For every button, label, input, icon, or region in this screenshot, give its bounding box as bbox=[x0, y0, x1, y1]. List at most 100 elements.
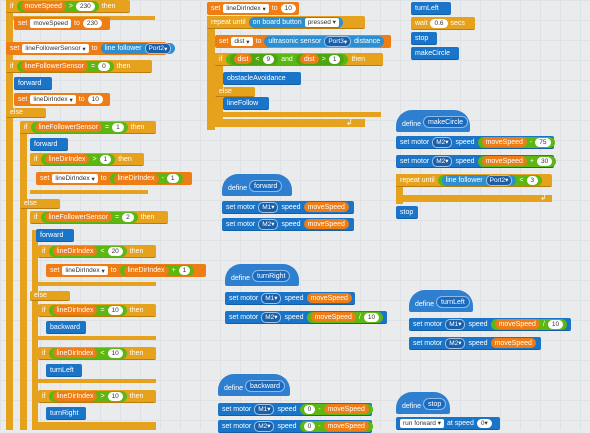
call-block-stop[interactable]: stop bbox=[411, 32, 437, 45]
port-dropdown[interactable]: Port3 ▾ bbox=[324, 36, 352, 47]
set-variable-block[interactable]: set lineDirIndex ▾ to lineDirIndex -1 bbox=[36, 172, 192, 185]
set-variable-block[interactable]: set moveSpeed to 230 bbox=[14, 17, 110, 30]
set-motor-block[interactable]: set motor M2 ▾ speed moveSpeed/10 bbox=[225, 311, 387, 324]
number-input[interactable]: 1 bbox=[166, 174, 179, 183]
number-input[interactable]: 10 bbox=[363, 312, 380, 322]
variable-reporter[interactable]: lineFollowerSensor bbox=[44, 212, 113, 222]
port-dropdown[interactable]: Port2 ▾ bbox=[485, 174, 513, 186]
divide-operator[interactable]: moveSpeed/10 bbox=[490, 318, 568, 330]
number-input[interactable]: 10 bbox=[107, 391, 123, 401]
variable-dropdown[interactable]: lineDirIndex ▾ bbox=[30, 95, 76, 104]
compare-operator[interactable]: lineDirIndex <20 bbox=[48, 245, 127, 257]
call-block-forward[interactable]: forward bbox=[36, 229, 74, 242]
define-hat-block[interactable]: define turnLeft bbox=[409, 290, 473, 312]
number-input[interactable]: 0 bbox=[98, 61, 110, 71]
set-motor-block[interactable]: set motor M2 ▾ speed moveSpeed bbox=[409, 337, 541, 350]
ultrasonic-reporter[interactable]: ultrasonic sensor Port3 ▾ distance bbox=[264, 36, 385, 47]
direction-dropdown[interactable]: run forward ▾ bbox=[400, 418, 444, 428]
compare-operator[interactable]: lineDirIndex <10 bbox=[48, 347, 127, 359]
repeat-until-block[interactable]: repeat until line follower Port2 ▾ <3 bbox=[396, 174, 552, 187]
set-variable-block[interactable]: set lineDirIndex ▾ to 10 bbox=[207, 2, 299, 15]
if-block[interactable]: if lineDirIndex >1 then bbox=[30, 153, 144, 166]
compare-operator[interactable]: lineDirIndex >10 bbox=[48, 390, 127, 402]
set-motor-block[interactable]: set motor M1 ▾ speed 0- moveSpeed bbox=[218, 403, 373, 416]
motor-dropdown[interactable]: M1 ▾ bbox=[254, 403, 275, 415]
variable-reporter[interactable]: lineDirIndex bbox=[123, 265, 169, 276]
set-motor-block[interactable]: set motor M1 ▾ speed moveSpeed bbox=[222, 201, 354, 214]
set-motor-block[interactable]: set motor M2 ▾ speed moveSpeed bbox=[222, 218, 354, 231]
call-block-stop[interactable]: stop bbox=[396, 206, 418, 219]
if-block[interactable]: if lineFollowerSensor = 2 then bbox=[30, 211, 168, 224]
motor-dropdown[interactable]: M2 ▾ bbox=[432, 136, 453, 148]
number-input[interactable]: 0.6 bbox=[430, 18, 448, 28]
compare-operator[interactable]: lineFollowerSensor = 2 bbox=[40, 211, 138, 223]
line-follower-reporter[interactable]: line follower Port2 ▾ bbox=[441, 174, 517, 186]
motor-dropdown[interactable]: M2 ▾ bbox=[261, 311, 282, 323]
call-block-turnleft[interactable]: turnLeft bbox=[46, 364, 82, 377]
line-follower-reporter[interactable]: line follower Port2 ▾ bbox=[100, 43, 176, 54]
variable-reporter[interactable]: dist bbox=[299, 54, 319, 64]
motor-dropdown[interactable]: M1 ▾ bbox=[258, 201, 279, 213]
number-input[interactable]: 3 bbox=[526, 175, 539, 185]
number-input[interactable]: 30 bbox=[537, 156, 553, 166]
if-block[interactable]: if lineDirIndex = 10 then bbox=[38, 304, 156, 317]
set-motor-block[interactable]: set motor M1 ▾ speed moveSpeed bbox=[225, 292, 355, 305]
call-block-obstacleavoidance[interactable]: obstacleAvoidance bbox=[223, 72, 301, 85]
variable-dropdown[interactable]: lineDirIndex ▾ bbox=[223, 4, 269, 13]
variable-reporter[interactable]: lineDirIndex bbox=[52, 348, 98, 358]
compare-operator[interactable]: lineFollowerSensor = 0 bbox=[16, 60, 114, 72]
compare-operator[interactable]: moveSpeed >230 bbox=[16, 0, 99, 12]
if-block[interactable]: if lineFollowerSensor = 0 then bbox=[6, 60, 152, 73]
motor-dropdown[interactable]: M1 ▾ bbox=[261, 292, 282, 304]
variable-reporter[interactable]: lineDirIndex bbox=[113, 173, 159, 184]
set-motor-block[interactable]: set motor M1 ▾ speed moveSpeed/10 bbox=[409, 318, 571, 331]
subtract-operator[interactable]: 0- moveSpeed bbox=[299, 403, 373, 415]
if-block[interactable]: if lineDirIndex <10 then bbox=[38, 347, 156, 360]
variable-reporter[interactable]: moveSpeed bbox=[494, 319, 540, 329]
variable-reporter[interactable]: moveSpeed bbox=[310, 312, 356, 322]
set-motor-block[interactable]: set motor M2 ▾ speed moveSpeed +30 bbox=[396, 155, 557, 168]
compare-operator[interactable]: dist <9 bbox=[229, 53, 279, 65]
motor-dropdown[interactable]: M1 ▾ bbox=[445, 318, 466, 330]
set-variable-block[interactable]: set lineFollowerSensor ▾ to line followe… bbox=[6, 42, 176, 55]
subtract-operator[interactable]: moveSpeed -75 bbox=[477, 136, 555, 148]
variable-reporter[interactable]: lineDirIndex bbox=[52, 305, 98, 315]
number-input[interactable]: 0 bbox=[303, 421, 316, 431]
call-block-linefollow[interactable]: lineFollow bbox=[223, 97, 269, 110]
call-block-turnleft[interactable]: turnLeft bbox=[411, 2, 451, 15]
add-operator[interactable]: moveSpeed +30 bbox=[477, 155, 557, 167]
motor-dropdown[interactable]: M2 ▾ bbox=[445, 337, 466, 349]
call-block-backward[interactable]: backward bbox=[46, 321, 86, 334]
variable-reporter[interactable]: moveSpeed bbox=[323, 404, 369, 414]
variable-dropdown[interactable]: lineDirIndex ▾ bbox=[52, 174, 98, 183]
divide-operator[interactable]: moveSpeed/10 bbox=[306, 311, 384, 323]
speed-dropdown[interactable]: 0 ▾ bbox=[476, 418, 492, 428]
call-block-makecircle[interactable]: makeCircle bbox=[411, 47, 459, 60]
variable-dropdown[interactable]: moveSpeed bbox=[30, 19, 72, 28]
board-button-reporter[interactable]: on board button pressed ▾ bbox=[248, 16, 343, 28]
variable-dropdown[interactable]: dist ▾ bbox=[231, 37, 253, 46]
port-dropdown[interactable]: Port2 ▾ bbox=[144, 43, 172, 54]
variable-reporter[interactable]: lineDirIndex bbox=[44, 154, 90, 164]
if-block[interactable]: if dist <9 and dist >1 then bbox=[215, 53, 383, 66]
define-hat-block[interactable]: define forward bbox=[222, 174, 292, 196]
variable-reporter[interactable]: moveSpeed bbox=[481, 156, 527, 166]
define-hat-block[interactable]: define makeCircle bbox=[396, 110, 470, 132]
if-block[interactable]: if lineDirIndex <20 then bbox=[38, 245, 156, 258]
call-block-turnright[interactable]: turnRight bbox=[46, 407, 86, 420]
if-block[interactable]: if lineFollowerSensor = 1 then bbox=[20, 121, 156, 134]
number-input[interactable]: 10 bbox=[87, 95, 103, 104]
arithmetic-operator[interactable]: lineDirIndex -1 bbox=[109, 173, 183, 184]
number-input[interactable]: 10 bbox=[280, 4, 296, 13]
compare-operator[interactable]: dist >1 bbox=[295, 53, 345, 65]
variable-reporter[interactable]: moveSpeed bbox=[303, 202, 349, 212]
call-block-forward[interactable]: forward bbox=[14, 77, 52, 90]
motor-dropdown[interactable]: M2 ▾ bbox=[258, 218, 279, 230]
number-input[interactable]: 1 bbox=[178, 266, 191, 275]
define-hat-block[interactable]: define backward bbox=[218, 374, 290, 396]
arithmetic-operator[interactable]: lineDirIndex +1 bbox=[119, 265, 195, 276]
run-motors-block[interactable]: run forward ▾ at speed 0 ▾ bbox=[396, 417, 500, 430]
set-variable-block[interactable]: set lineDirIndex ▾ to 10 bbox=[14, 93, 110, 106]
variable-reporter[interactable]: moveSpeed bbox=[20, 1, 66, 11]
number-input[interactable]: 75 bbox=[535, 137, 551, 147]
